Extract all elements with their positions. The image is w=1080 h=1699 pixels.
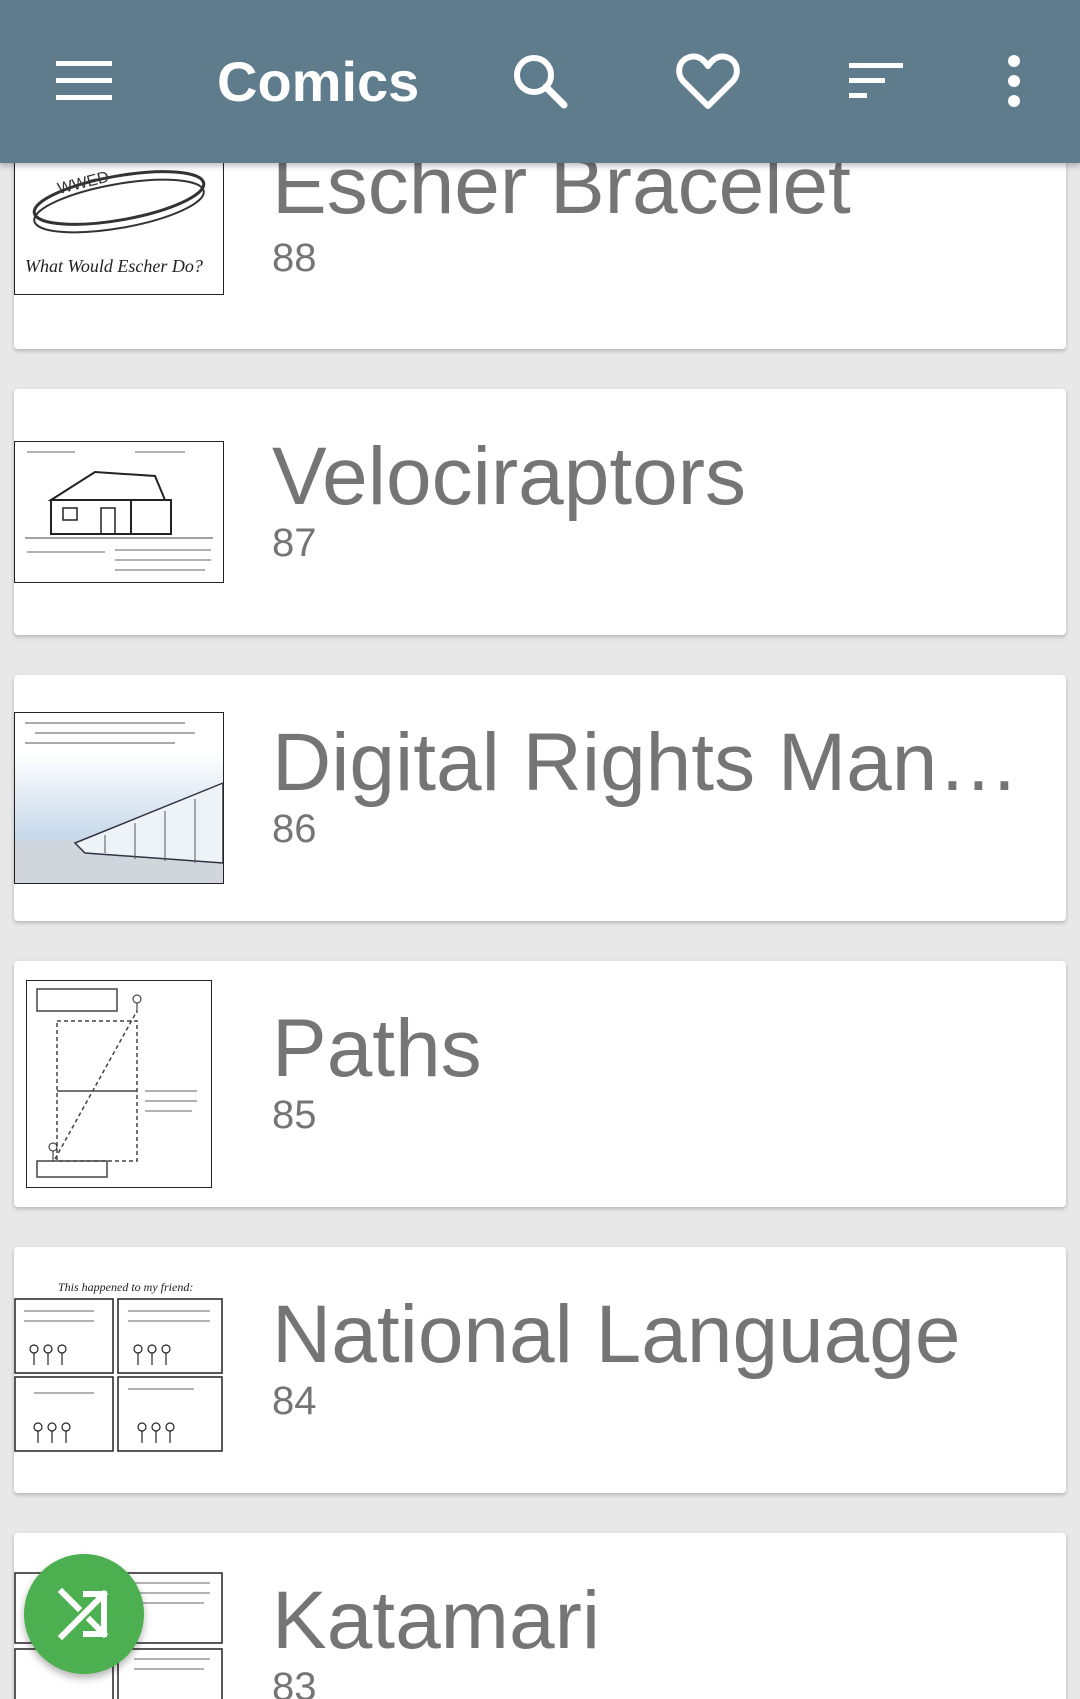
comic-title: Paths [272, 1003, 482, 1094]
comic-title: National Language [272, 1289, 961, 1380]
more-vert-icon [1008, 55, 1020, 107]
comic-thumbnail [26, 980, 212, 1188]
comic-thumbnail [14, 441, 224, 583]
paths-drawing [36, 988, 197, 1178]
thumb-caption: What Would Escher Do? [25, 256, 203, 276]
bracelet-drawing: WWED What Would Escher Do? [25, 169, 206, 276]
comic-card-paths[interactable]: Paths 85 [14, 961, 1066, 1207]
comic-thumbnail: This happened to my friend: [14, 1277, 224, 1455]
comic-number: 83 [272, 1665, 317, 1699]
comic-list: WWED What Would Escher Do? Escher Bracel… [0, 0, 1080, 1699]
more-options-button[interactable] [970, 37, 1058, 125]
search-icon [514, 55, 568, 109]
menu-icon [56, 61, 112, 100]
comic-card-national-language[interactable]: This happened to my friend: National Lan… [14, 1247, 1066, 1493]
shuffle-icon [57, 1587, 109, 1641]
comic-card-katamari[interactable]: Katamari 83 [14, 1533, 1066, 1699]
sort-button[interactable] [832, 37, 920, 125]
toolbar: Comics [0, 0, 1080, 163]
comic-card-velociraptors[interactable]: Velociraptors 87 [14, 389, 1066, 635]
language-drawing: This happened to my friend: [14, 1280, 223, 1452]
comic-number: 85 [272, 1093, 317, 1137]
ice-wall-drawing [15, 722, 223, 883]
comic-card-digital-rights-management[interactable]: Digital Rights Management 86 [14, 675, 1066, 921]
page-title: Comics [217, 50, 420, 113]
app-root: Comics WWED What Would Escher Do? Escher… [0, 0, 1080, 1699]
menu-button[interactable] [40, 37, 128, 125]
heart-icon [676, 53, 740, 109]
favorites-button[interactable] [664, 37, 752, 125]
comic-thumbnail [14, 712, 224, 884]
comic-number: 86 [272, 807, 317, 851]
comic-title: Katamari [272, 1575, 601, 1666]
sort-icon [849, 63, 903, 98]
comic-number: 88 [272, 236, 317, 280]
comic-number: 84 [272, 1379, 317, 1423]
comic-number: 87 [272, 521, 317, 565]
thumb-caption: This happened to my friend: [58, 1280, 193, 1294]
shuffle-fab[interactable] [24, 1554, 144, 1674]
comic-title: Velociraptors [272, 431, 747, 522]
search-button[interactable] [496, 37, 584, 125]
comic-title: Digital Rights Management [272, 717, 1036, 808]
house-drawing [25, 451, 213, 571]
comic-thumbnail: WWED What Would Escher Do? [14, 147, 224, 295]
thumb-label: WWED [56, 169, 111, 198]
